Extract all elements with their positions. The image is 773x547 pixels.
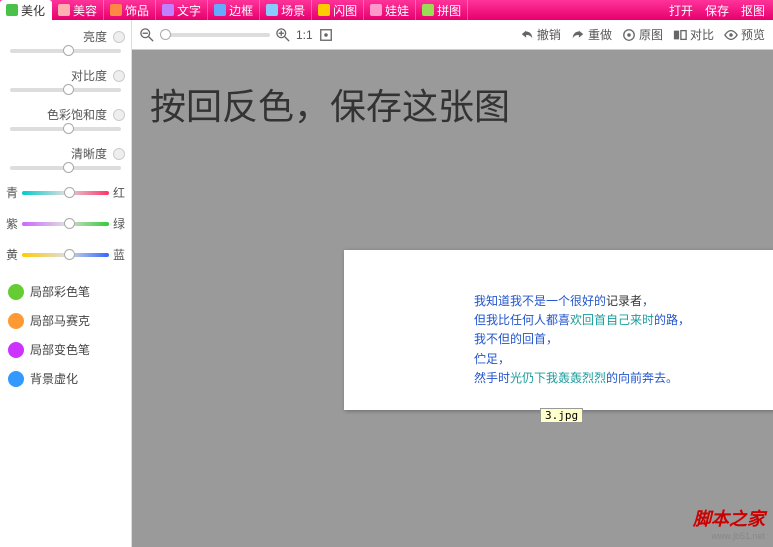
tab-icon xyxy=(110,4,122,16)
doc-line: 我知道我不是一个很好的记录者， xyxy=(474,292,684,311)
tab-边框[interactable]: 边框 xyxy=(208,0,260,20)
zoom-thumb[interactable] xyxy=(160,29,171,40)
tool-icon xyxy=(8,313,24,329)
tool-局部彩色笔[interactable]: 局部彩色笔 xyxy=(6,277,125,306)
zoom-slider[interactable] xyxy=(160,33,270,37)
doc-line: 但我比任何人都喜欢回首自己来时的路， xyxy=(474,311,684,330)
zoom-ratio[interactable]: 1:1 xyxy=(296,28,313,42)
color-slider-紫绿[interactable] xyxy=(22,222,109,226)
tab-饰品[interactable]: 饰品 xyxy=(104,0,156,20)
tool-icon xyxy=(8,371,24,387)
zoom-out-button[interactable] xyxy=(140,28,154,42)
tab-娃娃[interactable]: 娃娃 xyxy=(364,0,416,20)
tab-label: 场景 xyxy=(281,2,305,19)
tab-label: 美容 xyxy=(73,2,97,19)
preview-button[interactable]: 预览 xyxy=(724,26,765,43)
tab-label: 闪图 xyxy=(333,2,357,19)
tool-局部变色笔[interactable]: 局部变色笔 xyxy=(6,335,125,364)
tool-label: 局部彩色笔 xyxy=(30,283,90,300)
reset-亮度[interactable] xyxy=(113,31,125,43)
doc-line: 伫足， xyxy=(474,350,684,369)
topbar-抠图[interactable]: 抠图 xyxy=(741,2,765,19)
slider-label-对比度: 对比度 xyxy=(71,67,107,84)
slider-thumb[interactable] xyxy=(64,187,75,198)
tab-label: 拼图 xyxy=(437,2,461,19)
doc-line: 然手时光仍下我轰轰烈烈的向前奔去。 xyxy=(474,369,684,388)
slider-label-亮度: 亮度 xyxy=(83,28,107,45)
doc-line: 我不但的回首， xyxy=(474,330,684,349)
tab-icon xyxy=(266,4,278,16)
tab-icon xyxy=(6,4,18,16)
slider-亮度[interactable] xyxy=(10,49,121,53)
redo-button[interactable]: 重做 xyxy=(571,26,612,43)
tool-局部马赛克[interactable]: 局部马赛克 xyxy=(6,306,125,335)
undo-button[interactable]: 撤销 xyxy=(520,26,561,43)
slider-thumb[interactable] xyxy=(64,218,75,229)
tool-label: 局部变色笔 xyxy=(30,341,90,358)
topbar-保存[interactable]: 保存 xyxy=(705,2,729,19)
slider-label-清晰度: 清晰度 xyxy=(71,145,107,162)
tab-icon xyxy=(214,4,226,16)
color-right-红: 红 xyxy=(113,184,125,201)
slider-thumb[interactable] xyxy=(63,123,74,134)
tab-label: 美化 xyxy=(21,2,45,19)
color-left-青: 青 xyxy=(6,184,18,201)
zoom-in-button[interactable] xyxy=(276,28,290,42)
tool-背景虚化[interactable]: 背景虚化 xyxy=(6,364,125,393)
original-button[interactable]: 原图 xyxy=(622,26,663,43)
document-image[interactable]: 我知道我不是一个很好的记录者，但我比任何人都喜欢回首自己来时的路，我不但的回首，… xyxy=(344,250,773,410)
slider-对比度[interactable] xyxy=(10,88,121,92)
watermark: 脚本之家www.jb51.net xyxy=(693,505,765,541)
tab-美容[interactable]: 美容 xyxy=(52,0,104,20)
tab-icon xyxy=(162,4,174,16)
reset-清晰度[interactable] xyxy=(113,148,125,160)
tool-label: 局部马赛克 xyxy=(30,312,90,329)
tool-label: 背景虚化 xyxy=(30,370,78,387)
slider-thumb[interactable] xyxy=(63,84,74,95)
slider-thumb[interactable] xyxy=(63,162,74,173)
filename-tooltip: 3.jpg xyxy=(540,408,583,423)
slider-清晰度[interactable] xyxy=(10,166,121,170)
color-slider-青红[interactable] xyxy=(22,191,109,195)
tab-icon xyxy=(318,4,330,16)
tab-美化[interactable]: 美化 xyxy=(0,0,52,20)
tab-icon xyxy=(58,4,70,16)
tab-场景[interactable]: 场景 xyxy=(260,0,312,20)
tab-label: 娃娃 xyxy=(385,2,409,19)
fit-screen-button[interactable] xyxy=(319,28,333,42)
slider-label-色彩饱和度: 色彩饱和度 xyxy=(47,106,107,123)
color-right-绿: 绿 xyxy=(113,215,125,232)
tab-闪图[interactable]: 闪图 xyxy=(312,0,364,20)
tab-icon xyxy=(370,4,382,16)
compare-button[interactable]: 对比 xyxy=(673,26,714,43)
color-left-紫: 紫 xyxy=(6,215,18,232)
tool-icon xyxy=(8,342,24,358)
tab-拼图[interactable]: 拼图 xyxy=(416,0,468,20)
tab-icon xyxy=(422,4,434,16)
topbar-打开[interactable]: 打开 xyxy=(669,2,693,19)
reset-对比度[interactable] xyxy=(113,70,125,82)
instruction-overlay: 按回反色，保存这张图 xyxy=(150,78,510,130)
slider-thumb[interactable] xyxy=(63,45,74,56)
tab-label: 文字 xyxy=(177,2,201,19)
tab-label: 边框 xyxy=(229,2,253,19)
color-slider-黄蓝[interactable] xyxy=(22,253,109,257)
slider-thumb[interactable] xyxy=(64,249,75,260)
slider-色彩饱和度[interactable] xyxy=(10,127,121,131)
color-left-黄: 黄 xyxy=(6,246,18,263)
tab-文字[interactable]: 文字 xyxy=(156,0,208,20)
reset-色彩饱和度[interactable] xyxy=(113,109,125,121)
tab-label: 饰品 xyxy=(125,2,149,19)
tool-icon xyxy=(8,284,24,300)
color-right-蓝: 蓝 xyxy=(113,246,125,263)
